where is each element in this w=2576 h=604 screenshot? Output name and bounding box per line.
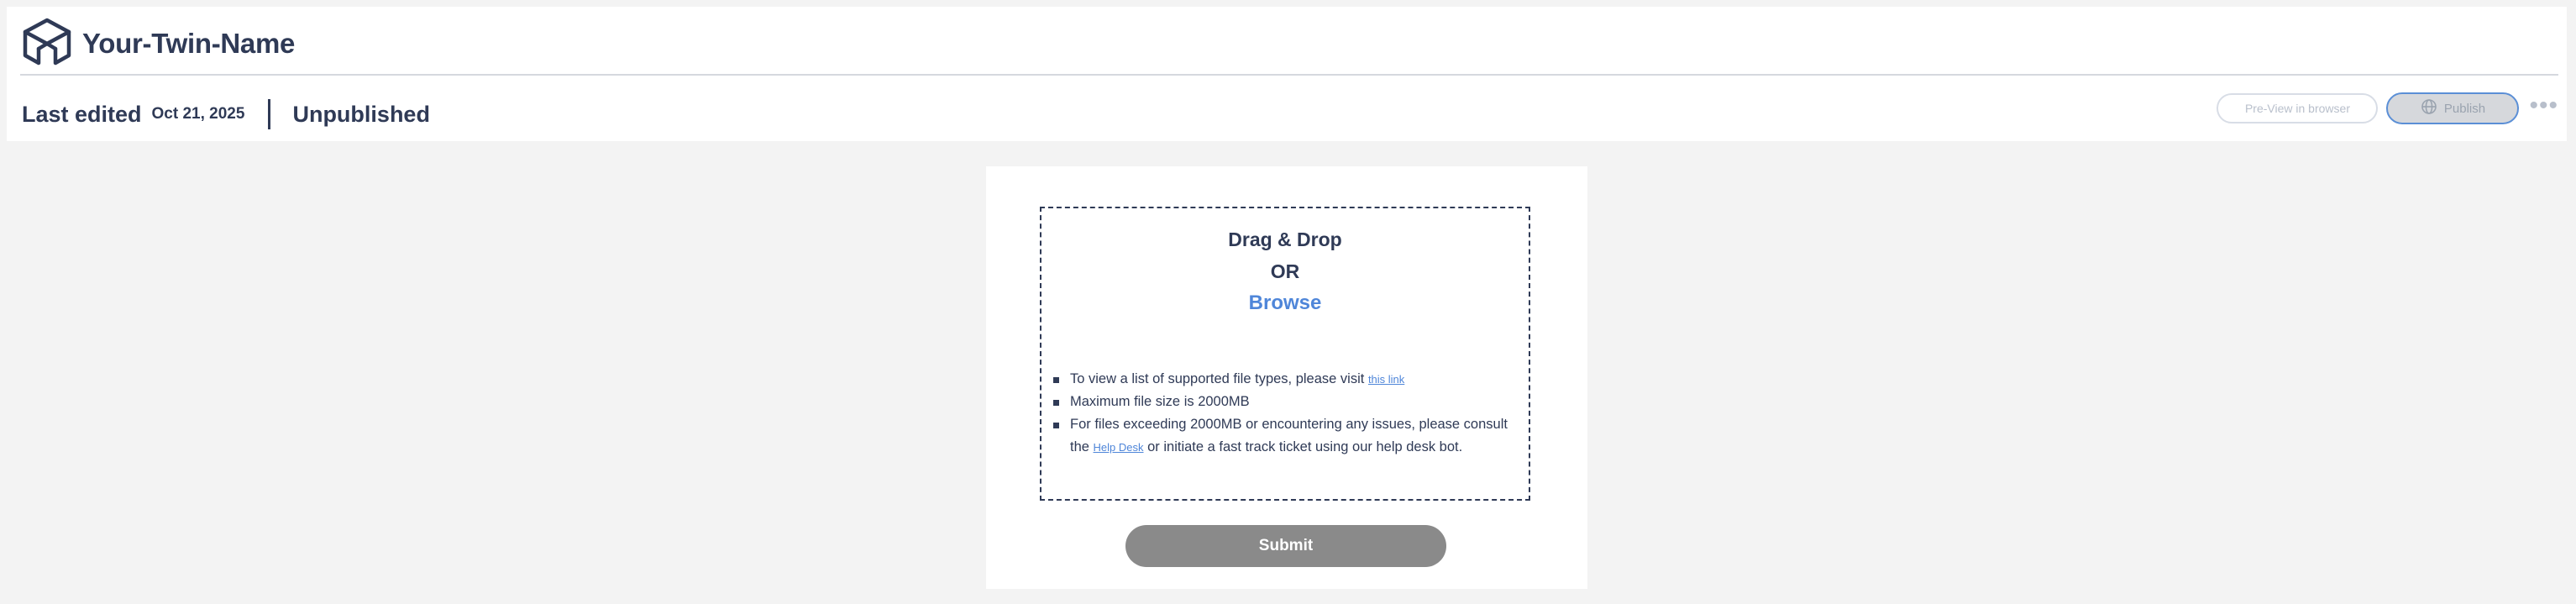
list-item: To view a list of supported file types, …	[1052, 368, 1522, 391]
drag-drop-title: Drag & Drop	[1228, 228, 1342, 250]
globe-icon	[2421, 98, 2437, 118]
publish-button[interactable]: Publish	[2386, 92, 2520, 124]
note-text: or initiate a fast track ticket using ou…	[1147, 439, 1463, 454]
supported-types-link[interactable]: this link	[1368, 373, 1404, 386]
upload-notes: To view a list of supported file types, …	[1052, 368, 1522, 459]
list-item: Maximum file size is 2000MB	[1052, 391, 1522, 413]
twin-name: Your-Twin-Name	[82, 28, 296, 59]
note-text: Maximum file size is 2000MB	[1070, 394, 1250, 409]
last-edited-label: Last edited	[22, 101, 142, 127]
submit-button[interactable]: Submit	[1125, 525, 1446, 567]
header-actions: Pre-View in browser Publish •••	[2217, 92, 2558, 124]
brand: Your-Twin-Name	[20, 17, 295, 71]
drop-zone[interactable]: Drag & Drop OR Browse To view a list of …	[1040, 207, 1530, 501]
preview-in-browser-button[interactable]: Pre-View in browser	[2217, 93, 2379, 123]
upload-card: Drag & Drop OR Browse To view a list of …	[986, 166, 1587, 589]
or-label: OR	[1270, 260, 1300, 282]
more-dots-icon[interactable]: •••	[2529, 93, 2558, 123]
publish-label: Publish	[2443, 101, 2486, 116]
status-row: Last edited Oct 21, 2025 Unpublished	[22, 99, 430, 129]
cube-icon	[20, 17, 74, 71]
top-bar: Your-Twin-Name Last edited Oct 21, 2025 …	[7, 7, 2567, 141]
note-text: To view a list of supported file types, …	[1070, 371, 1365, 386]
list-item: For files exceeding 2000MB or encounteri…	[1052, 413, 1522, 459]
last-edited-date: Oct 21, 2025	[151, 105, 245, 123]
browse-link[interactable]: Browse	[1041, 291, 1529, 315]
help-desk-link[interactable]: Help Desk	[1094, 441, 1144, 454]
publish-state: Unpublished	[292, 101, 430, 127]
header-divider	[20, 74, 2558, 76]
status-separator	[268, 99, 271, 129]
